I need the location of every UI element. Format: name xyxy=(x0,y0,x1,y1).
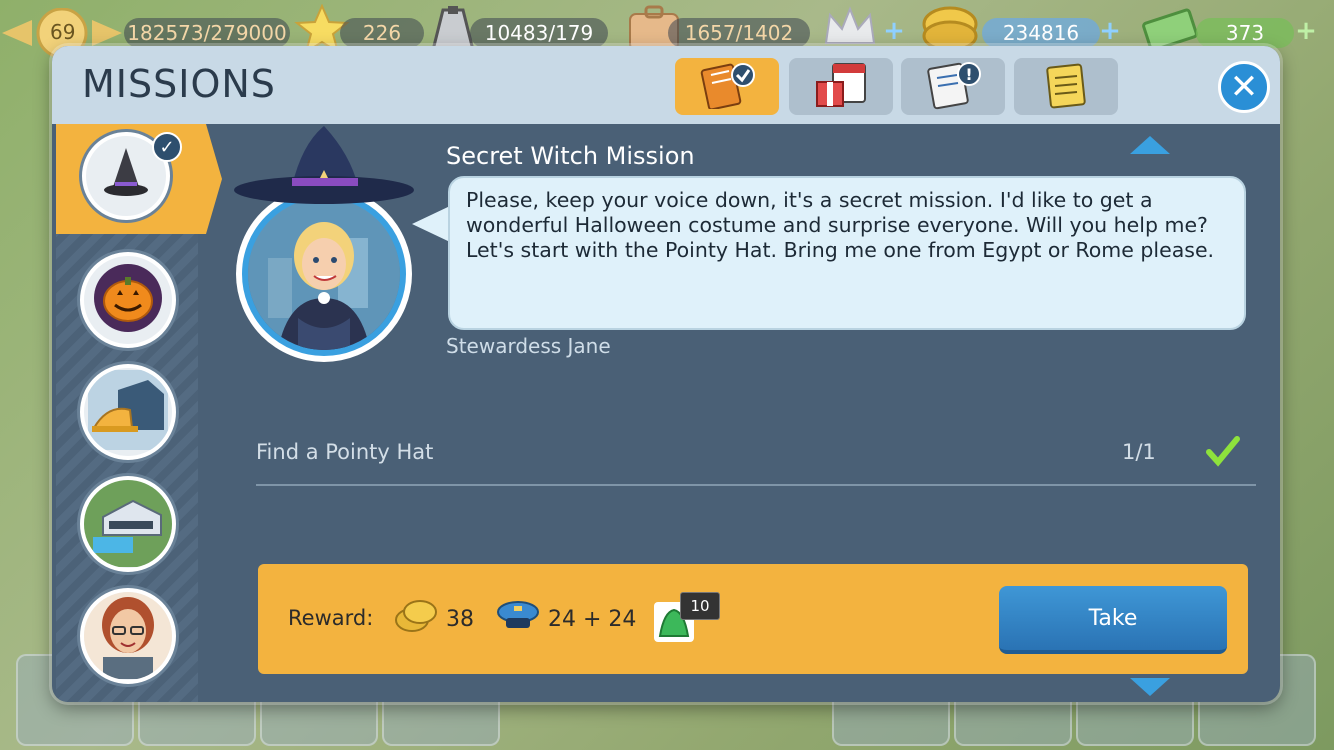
fuel-counter: 10483/179 xyxy=(470,18,608,48)
xp-counter: 182573/279000 xyxy=(124,18,290,48)
scroll-up-icon[interactable] xyxy=(1130,136,1170,154)
tab-missions[interactable] xyxy=(675,58,779,115)
witch-hat-decoration-icon xyxy=(232,124,418,218)
cash-plus-icon[interactable]: + xyxy=(1292,16,1320,46)
crown-icon[interactable] xyxy=(820,4,880,50)
dialog-title: MISSIONS xyxy=(82,62,276,106)
mission-title: Secret Witch Mission xyxy=(446,142,695,170)
villa-pool-icon xyxy=(84,480,172,568)
reward-pilots: 24 + 24 xyxy=(496,598,636,640)
checkmark-icon xyxy=(1206,434,1240,472)
coins-plus-icon[interactable]: + xyxy=(1096,16,1124,46)
mission-list[interactable]: ✓ xyxy=(56,124,222,702)
item-count-badge: 10 xyxy=(680,592,720,620)
coins-icon xyxy=(394,598,438,640)
objective-label: Find a Pointy Hat xyxy=(256,440,434,464)
missions-dialog: MISSIONS ! ✕ ✓ Secret Witch Mission Plea… xyxy=(52,46,1280,702)
mission-item-construction[interactable] xyxy=(80,364,176,460)
pumpkin-icon xyxy=(93,263,163,337)
witch-hat-icon xyxy=(96,144,156,208)
svg-text:!: ! xyxy=(965,65,972,84)
passengers-counter: 1657/1402 xyxy=(668,18,810,48)
woman-avatar-icon xyxy=(84,592,172,680)
tab-schedule[interactable]: ! xyxy=(901,58,1005,115)
tab-notes[interactable] xyxy=(1014,58,1118,115)
close-icon: ✕ xyxy=(1229,67,1259,107)
take-button[interactable]: Take xyxy=(999,586,1227,654)
construction-helmet-icon xyxy=(88,370,168,454)
mission-item-villa[interactable] xyxy=(80,476,176,572)
schedule-alert-icon: ! xyxy=(923,60,983,114)
reward-label: Reward: xyxy=(288,606,374,630)
reward-coins: 38 xyxy=(394,598,474,640)
dialog-header: MISSIONS ! ✕ xyxy=(52,46,1280,124)
cash-counter: 373 xyxy=(1196,18,1294,48)
level-value: 69 xyxy=(50,20,76,44)
crown-plus-icon[interactable]: + xyxy=(880,16,908,46)
close-button[interactable]: ✕ xyxy=(1218,61,1270,113)
mission-text: Please, keep your voice down, it's a sec… xyxy=(466,188,1215,262)
reward-pilots-value: 24 + 24 xyxy=(548,606,637,632)
mission-item-character[interactable] xyxy=(80,588,176,684)
stars-counter: 226 xyxy=(340,18,424,48)
pilot-cap-icon xyxy=(496,598,540,640)
objective-row: Find a Pointy Hat 1/1 xyxy=(256,434,1256,486)
speech-bubble-tail xyxy=(412,206,450,242)
mission-item-pumpkin[interactable] xyxy=(80,252,176,348)
reward-panel: Reward: 38 24 + 24 10 Take xyxy=(258,564,1248,674)
npc-name: Stewardess Jane xyxy=(446,334,611,358)
gift-calendar-icon xyxy=(811,60,871,114)
tab-gifts[interactable] xyxy=(789,58,893,115)
coins-counter: 234816 xyxy=(982,18,1100,48)
notepad-icon xyxy=(1041,60,1091,114)
completed-check-icon: ✓ xyxy=(152,132,182,162)
mission-notebook-icon xyxy=(697,61,757,113)
mission-detail: Secret Witch Mission Please, keep your v… xyxy=(198,124,1280,702)
scroll-down-icon[interactable] xyxy=(1130,678,1170,696)
reward-coins-value: 38 xyxy=(446,606,474,632)
speech-bubble: Please, keep your voice down, it's a sec… xyxy=(448,176,1246,330)
objective-progress: 1/1 xyxy=(1122,440,1156,464)
